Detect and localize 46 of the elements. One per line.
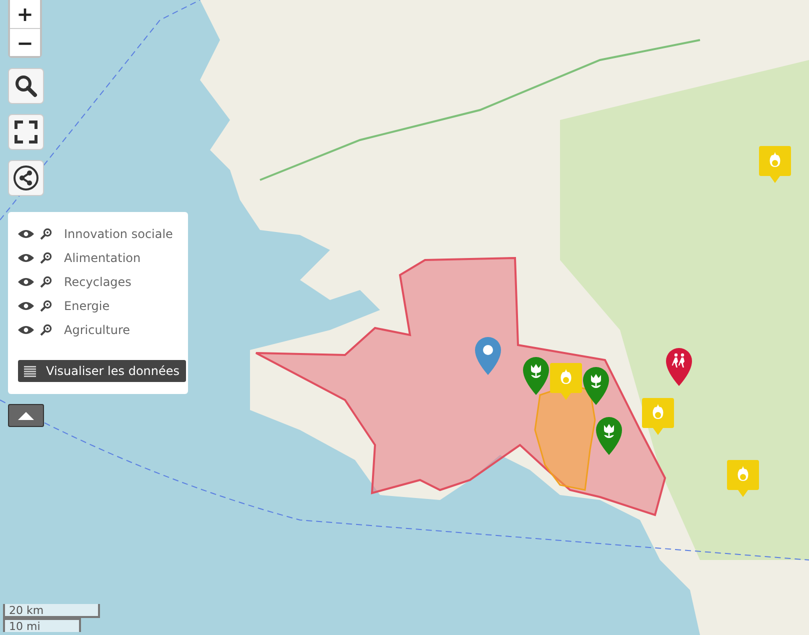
eye-icon[interactable] <box>18 325 34 335</box>
flame-icon <box>560 369 572 384</box>
running-people-icon <box>672 353 684 368</box>
zoom-icon[interactable] <box>40 276 52 288</box>
eye-icon[interactable] <box>18 253 34 263</box>
eye-icon[interactable] <box>18 229 34 239</box>
zoom-icon[interactable] <box>40 300 52 312</box>
map-marker[interactable] <box>596 417 622 456</box>
tulip-icon <box>604 424 614 438</box>
share-button[interactable] <box>8 160 44 196</box>
layer-label: Agriculture <box>64 323 130 337</box>
layer-label: Energie <box>64 299 110 313</box>
zoom-icon[interactable] <box>40 324 52 336</box>
map-marker[interactable] <box>583 367 609 406</box>
flame-icon <box>738 466 748 481</box>
map-marker[interactable] <box>550 362 582 401</box>
imperial-scale: 10 mi <box>3 618 81 632</box>
up-triangle-icon <box>18 412 34 420</box>
map-marker[interactable] <box>475 337 501 376</box>
map-marker[interactable] <box>666 348 692 387</box>
fullscreen-icon <box>14 120 38 144</box>
list-icon <box>24 366 36 376</box>
zoom-icon[interactable] <box>40 252 52 264</box>
layer-label: Alimentation <box>64 251 141 265</box>
search-button[interactable] <box>8 68 44 104</box>
search-icon <box>14 74 38 98</box>
location-pin-icon <box>483 345 493 355</box>
map-marker[interactable] <box>523 357 549 396</box>
view-data-button[interactable]: Visualiser les données <box>18 360 186 382</box>
zoom-out-button[interactable]: − <box>10 28 40 56</box>
map-marker[interactable] <box>759 145 791 184</box>
eye-icon[interactable] <box>18 301 34 311</box>
tulip-icon <box>591 374 601 388</box>
metric-scale: 20 km <box>3 604 100 618</box>
collapse-button[interactable] <box>8 404 44 427</box>
flame-icon <box>770 152 780 167</box>
layer-label: Innovation sociale <box>64 227 173 241</box>
map-marker[interactable] <box>642 397 674 436</box>
map-marker[interactable] <box>727 459 759 498</box>
tulip-icon <box>531 364 541 378</box>
zoom-icon[interactable] <box>40 228 52 240</box>
fullscreen-button[interactable] <box>8 114 44 150</box>
share-icon <box>13 165 39 191</box>
layer-label: Recyclages <box>64 275 132 289</box>
flame-icon <box>652 404 664 419</box>
eye-icon[interactable] <box>18 277 34 287</box>
